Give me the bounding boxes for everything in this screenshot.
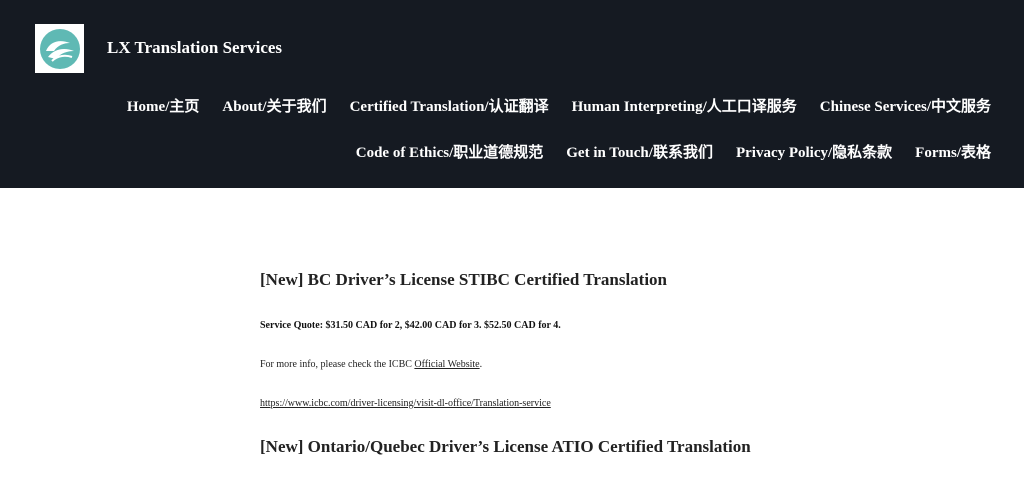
nav-chinese-services[interactable]: Chinese Services/中文服务 <box>820 95 991 116</box>
primary-nav-row-2: Code of Ethics/职业道德规范 Get in Touch/联系我们 … <box>356 141 991 162</box>
nav-forms[interactable]: Forms/表格 <box>915 141 991 162</box>
nav-about[interactable]: About/关于我们 <box>222 95 326 116</box>
official-website-link[interactable]: Official Website <box>414 359 479 370</box>
main-content: [New] BC Driver’s License STIBC Certifie… <box>260 270 820 456</box>
more-info-prefix: For more info, please check the ICBC <box>260 359 415 370</box>
ontario-quebec-license-heading: [New] Ontario/Quebec Driver’s License AT… <box>260 437 751 456</box>
wave-hands-icon <box>39 28 80 69</box>
site-title[interactable]: LX Translation Services <box>107 38 282 58</box>
site-header: LX Translation Services Home/主页 About/关于… <box>0 0 1024 188</box>
nav-privacy-policy[interactable]: Privacy Policy/隐私条款 <box>736 141 892 162</box>
nav-get-in-touch[interactable]: Get in Touch/联系我们 <box>566 141 713 162</box>
more-info-text: For more info, please check the ICBC Off… <box>260 359 482 370</box>
icbc-url-link[interactable]: https://www.icbc.com/driver-licensing/vi… <box>260 398 551 409</box>
primary-nav-row-1: Home/主页 About/关于我们 Certified Translation… <box>127 95 991 116</box>
nav-home[interactable]: Home/主页 <box>127 95 200 116</box>
nav-code-of-ethics[interactable]: Code of Ethics/职业道德规范 <box>356 141 544 162</box>
service-quote: Service Quote: $31.50 CAD for 2, $42.00 … <box>260 320 561 331</box>
bc-license-heading: [New] BC Driver’s License STIBC Certifie… <box>260 270 668 289</box>
nav-certified-translation[interactable]: Certified Translation/认证翻译 <box>350 95 549 116</box>
more-info-suffix: . <box>479 359 483 370</box>
nav-human-interpreting[interactable]: Human Interpreting/人工口译服务 <box>572 95 797 116</box>
site-logo[interactable] <box>35 24 84 73</box>
